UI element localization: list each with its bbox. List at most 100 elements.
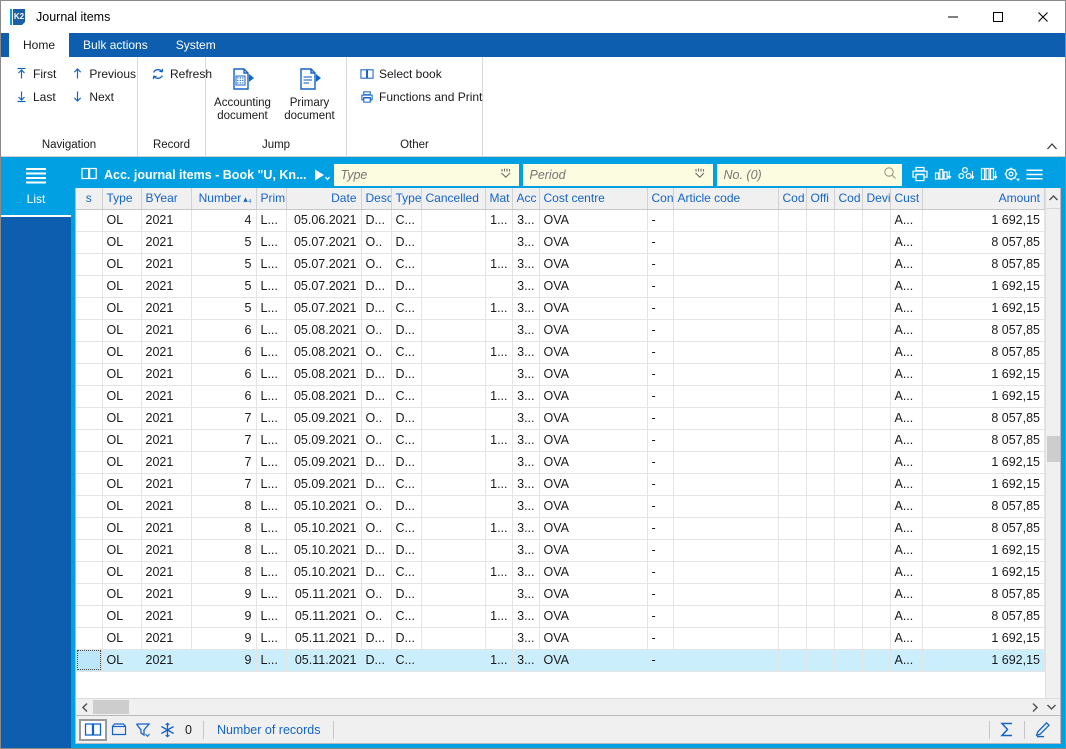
cell-type2[interactable]: C... — [391, 561, 421, 583]
cell-devi[interactable] — [862, 583, 890, 605]
cell-mat[interactable] — [485, 407, 512, 429]
cell-desc[interactable]: O.. — [361, 253, 391, 275]
cell-mat[interactable]: 1... — [485, 209, 512, 231]
cell-type[interactable]: OL — [102, 209, 141, 231]
cell-con[interactable]: - — [647, 473, 673, 495]
column-header-type2[interactable]: Type — [391, 188, 421, 209]
chevron-fan-icon[interactable] — [693, 166, 708, 180]
column-header-date[interactable]: Date — [286, 188, 361, 209]
cell-date[interactable]: 05.10.2021 — [286, 561, 361, 583]
cell-cost_centre[interactable]: OVA — [539, 209, 647, 231]
cell-prim[interactable]: L... — [256, 209, 286, 231]
table-row[interactable]: OL20217L...05.09.2021D...D...3...OVA-A..… — [76, 451, 1045, 473]
cell-con[interactable]: - — [647, 605, 673, 627]
cell-cost_centre[interactable]: OVA — [539, 473, 647, 495]
cell-offi[interactable] — [806, 473, 834, 495]
cell-cod2[interactable] — [834, 231, 862, 253]
cell-cancelled[interactable] — [421, 451, 485, 473]
cell-article_code[interactable] — [673, 451, 778, 473]
cell-byear[interactable]: 2021 — [141, 583, 191, 605]
column-header-acc[interactable]: Acc — [512, 188, 539, 209]
cell-devi[interactable] — [862, 605, 890, 627]
horizontal-scroll-thumb[interactable] — [93, 700, 129, 714]
cell-type[interactable]: OL — [102, 473, 141, 495]
column-header-cost_centre[interactable]: Cost centre — [539, 188, 647, 209]
cell-cancelled[interactable] — [421, 253, 485, 275]
cell-cancelled[interactable] — [421, 539, 485, 561]
cell-type[interactable]: OL — [102, 517, 141, 539]
cell-offi[interactable] — [806, 517, 834, 539]
cell-sel[interactable] — [76, 561, 102, 583]
cell-prim[interactable]: L... — [256, 605, 286, 627]
cell-amount[interactable]: 1 692,15 — [922, 451, 1045, 473]
cell-article_code[interactable] — [673, 385, 778, 407]
cell-mat[interactable]: 1... — [485, 253, 512, 275]
cell-prim[interactable]: L... — [256, 451, 286, 473]
next-button[interactable]: Next — [63, 85, 143, 108]
table-row[interactable]: OL20216L...05.08.2021O..D...3...OVA-A...… — [76, 319, 1045, 341]
cell-cust[interactable]: A... — [890, 561, 922, 583]
cell-prim[interactable]: L... — [256, 407, 286, 429]
scroll-up-button[interactable] — [1046, 188, 1060, 209]
cell-cod2[interactable] — [834, 605, 862, 627]
cell-type[interactable]: OL — [102, 407, 141, 429]
table-row[interactable]: OL20216L...05.08.2021O..C...1...3...OVA-… — [76, 341, 1045, 363]
table-row[interactable]: OL20218L...05.10.2021D...C...1...3...OVA… — [76, 561, 1045, 583]
cell-prim[interactable]: L... — [256, 231, 286, 253]
cell-offi[interactable] — [806, 363, 834, 385]
cell-byear[interactable]: 2021 — [141, 649, 191, 671]
cell-type2[interactable]: D... — [391, 275, 421, 297]
cell-desc[interactable]: D... — [361, 473, 391, 495]
table-row[interactable]: OL20216L...05.08.2021D...D...3...OVA-A..… — [76, 363, 1045, 385]
cell-devi[interactable] — [862, 429, 890, 451]
cell-type2[interactable]: D... — [391, 627, 421, 649]
cell-cod1[interactable] — [778, 561, 806, 583]
cell-number[interactable]: 4 — [191, 209, 256, 231]
cell-desc[interactable]: D... — [361, 385, 391, 407]
cell-cod2[interactable] — [834, 363, 862, 385]
cell-cust[interactable]: A... — [890, 451, 922, 473]
cell-number[interactable]: 6 — [191, 363, 256, 385]
cell-date[interactable]: 05.11.2021 — [286, 649, 361, 671]
cell-con[interactable]: - — [647, 341, 673, 363]
cell-article_code[interactable] — [673, 539, 778, 561]
cell-type[interactable]: OL — [102, 385, 141, 407]
cell-type[interactable]: OL — [102, 319, 141, 341]
cell-cost_centre[interactable]: OVA — [539, 605, 647, 627]
cell-con[interactable]: - — [647, 209, 673, 231]
cell-number[interactable]: 7 — [191, 451, 256, 473]
cell-type2[interactable]: C... — [391, 517, 421, 539]
cell-number[interactable]: 6 — [191, 319, 256, 341]
snowflake-icon[interactable] — [155, 719, 179, 741]
cell-cust[interactable]: A... — [890, 649, 922, 671]
cell-desc[interactable]: O.. — [361, 583, 391, 605]
column-header-cod2[interactable]: Cod — [834, 188, 862, 209]
cell-cost_centre[interactable]: OVA — [539, 583, 647, 605]
cell-mat[interactable] — [485, 583, 512, 605]
cell-number[interactable]: 5 — [191, 231, 256, 253]
cell-type[interactable]: OL — [102, 363, 141, 385]
cell-type[interactable]: OL — [102, 561, 141, 583]
cell-cust[interactable]: A... — [890, 231, 922, 253]
edit-pencil-icon[interactable] — [1030, 719, 1054, 741]
cell-acc[interactable]: 3... — [512, 209, 539, 231]
cell-article_code[interactable] — [673, 407, 778, 429]
previous-button[interactable]: Previous — [63, 62, 143, 85]
cell-prim[interactable]: L... — [256, 341, 286, 363]
cell-cust[interactable]: A... — [890, 363, 922, 385]
cell-byear[interactable]: 2021 — [141, 473, 191, 495]
cell-number[interactable]: 7 — [191, 429, 256, 451]
cell-sel[interactable] — [76, 495, 102, 517]
cell-cost_centre[interactable]: OVA — [539, 231, 647, 253]
primary-document-button[interactable]: Primary document — [279, 59, 340, 123]
scroll-left-button[interactable] — [76, 699, 93, 715]
cell-desc[interactable]: O.. — [361, 429, 391, 451]
type-filter[interactable] — [334, 164, 519, 186]
cell-number[interactable]: 6 — [191, 385, 256, 407]
cell-article_code[interactable] — [673, 649, 778, 671]
cell-acc[interactable]: 3... — [512, 385, 539, 407]
cell-mat[interactable]: 1... — [485, 341, 512, 363]
cell-article_code[interactable] — [673, 627, 778, 649]
cell-cod1[interactable] — [778, 429, 806, 451]
cell-cod2[interactable] — [834, 451, 862, 473]
